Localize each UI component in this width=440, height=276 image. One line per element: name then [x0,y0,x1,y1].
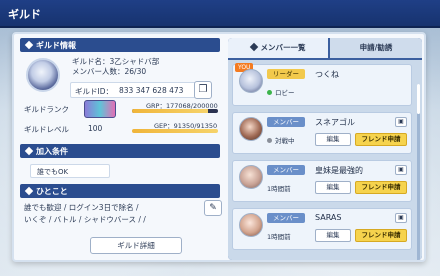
member-list-scrollbar[interactable] [417,84,420,260]
role-badge: メンバー [267,213,305,223]
guild-emblem [26,58,60,92]
copy-id-button[interactable]: ❐ [194,81,212,99]
friend-request-button[interactable]: フレンド申請 [355,181,407,194]
diamond-icon [24,146,34,156]
member-name: スネアゴル [315,118,355,127]
member-status: 1時間前 [267,185,291,193]
role-badge: メンバー [267,117,305,127]
avatar [239,69,263,93]
edit-member-button[interactable]: 編集 [315,133,351,146]
status-dot-icon [267,138,272,143]
rank-badge-icon [84,100,116,118]
status-text: ロビー [275,89,295,97]
status-text: 対戦中 [275,137,295,145]
friend-request-button[interactable]: フレンド申請 [355,133,407,146]
tab-label: メンバー一覧 [260,43,306,52]
member-name: SARAS [315,213,342,222]
diamond-icon [24,40,34,50]
avatar [239,213,263,237]
member-card[interactable]: YOU リーダー つくね ロビー [232,63,412,106]
guild-id-box: ギルドID： 833 347 628 473 [70,82,210,98]
status-dot-icon [267,90,272,95]
edit-comment-button[interactable]: ✎ [204,200,222,216]
page-title: ギルド [8,8,41,21]
tab-member-list[interactable]: メンバー一覧 [228,38,328,58]
header-bar: ギルド [0,0,440,28]
section-comment: ひとこと [20,184,220,198]
avatar [239,165,263,189]
role-badge: リーダー [267,69,305,79]
member-status: 対戦中 [267,135,295,145]
member-name: 皇妹是最強的 [315,166,363,175]
gep-bar-fill [132,129,218,133]
join-condition-value: 誰でもOK [30,164,110,178]
gep-bar [132,129,218,133]
guild-level-label: ギルドレベル [24,125,69,134]
section-title: ギルド情報 [36,41,76,50]
role-badge: メンバー [267,165,305,175]
guild-id-value: 833 347 628 473 [119,86,184,95]
section-title: ひとこと [36,187,68,196]
grp-bar-fill [132,109,209,113]
member-status: 1時間前 [267,233,291,241]
guild-rank-label: ギルドランク [24,105,69,114]
member-card[interactable]: メンバー SARAS ▣ 1時間前 編集 フレンド申請 [232,208,412,250]
member-status: ロビー [267,87,295,97]
section-title: 加入条件 [36,147,68,156]
member-card[interactable]: メンバー スネアゴル ▣ 対戦中 編集 フレンド申請 [232,112,412,154]
section-guild-info: ギルド情報 [20,38,220,52]
guild-id-label: ギルドID： [75,87,113,96]
member-name: つくね [315,70,339,79]
profile-icon[interactable]: ▣ [395,165,407,175]
member-count: メンバー人数：26/30 [72,67,147,76]
comment-line-1: 誰でも歓迎 / ログイン3日で除名 / [24,203,139,212]
member-list: YOU リーダー つくね ロビー メンバー スネアゴル ▣ 対戦中 編集 フレン… [228,60,422,260]
edit-member-button[interactable]: 編集 [315,181,351,194]
profile-icon[interactable]: ▣ [395,117,407,127]
avatar [239,117,263,141]
member-area: メンバー一覧 申請/勧誘 YOU リーダー つくね ロビー メンバー スネアゴル… [228,38,422,260]
copy-icon: ❐ [198,84,208,95]
scrollbar-thumb[interactable] [417,84,420,114]
friend-request-button[interactable]: フレンド申請 [355,229,407,242]
pencil-icon: ✎ [209,203,217,213]
diamond-icon [249,42,258,52]
guild-level-value: 100 [88,124,103,133]
tab-applications[interactable]: 申請/勧誘 [330,38,422,58]
section-join-conditions: 加入条件 [20,144,220,158]
comment-line-2: いくぞ / バトル / シャドウバース / / [24,215,146,224]
member-card[interactable]: メンバー 皇妹是最強的 ▣ 1時間前 編集 フレンド申請 [232,160,412,202]
diamond-icon [24,186,34,196]
guild-detail-button[interactable]: ギルド詳細 [90,237,182,254]
profile-icon[interactable]: ▣ [395,213,407,223]
grp-bar [132,109,218,113]
edit-member-button[interactable]: 編集 [315,229,351,242]
